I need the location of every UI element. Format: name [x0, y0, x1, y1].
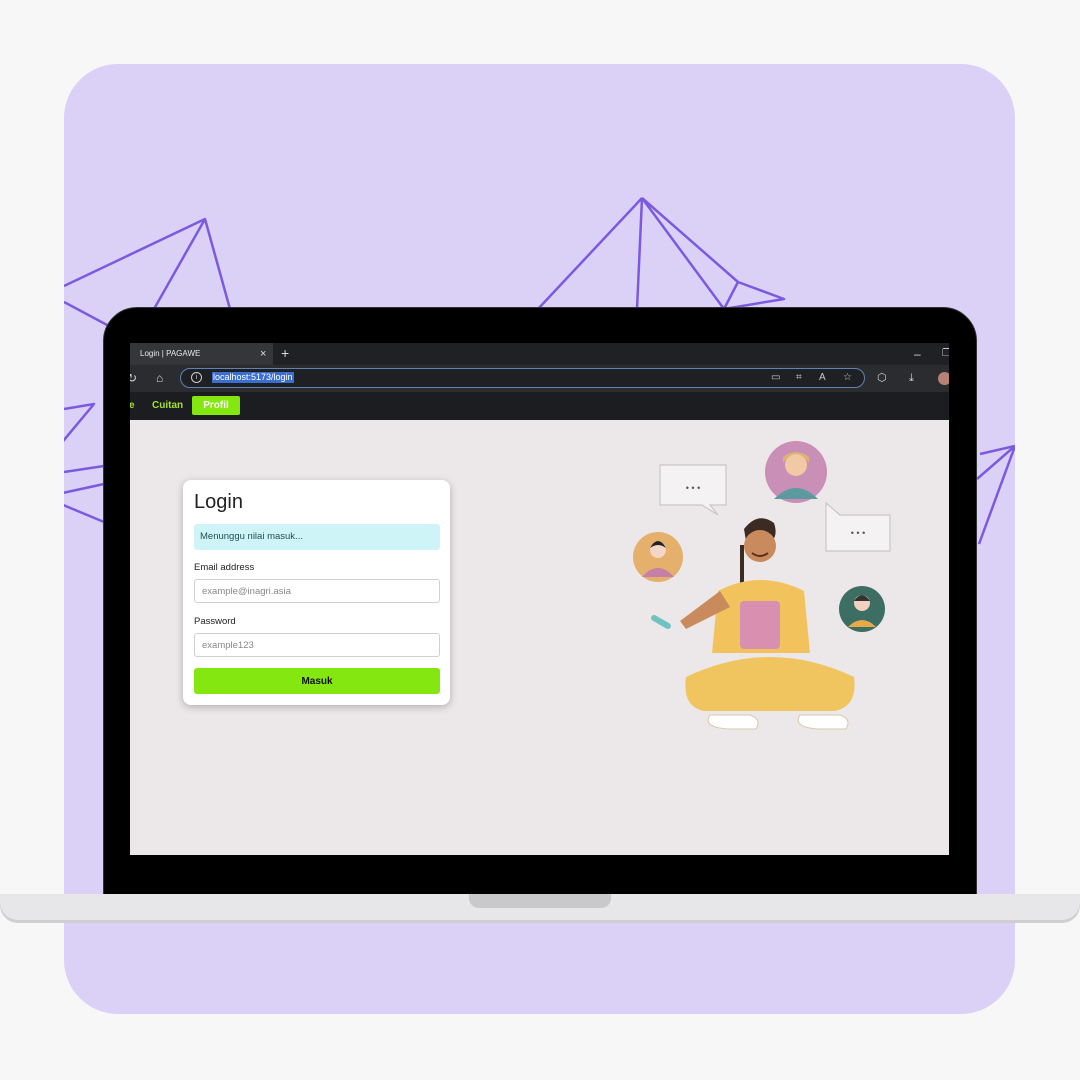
address-bar-row: ↻ ⌂ i localhost:5173/login ▭ ⌗ A ☆ ⬡ ⤓ [130, 365, 949, 392]
email-field[interactable] [194, 579, 440, 603]
cast-icon[interactable]: ▭ [771, 369, 780, 387]
download-icon[interactable]: ⤓ [909, 365, 914, 392]
speech-bubble-right: • • • [825, 501, 891, 552]
home-icon[interactable]: ⌂ [156, 365, 163, 392]
login-title: Login [194, 491, 243, 513]
avatar-top [765, 441, 827, 503]
nav-link-profil[interactable]: Profil [192, 396, 240, 415]
login-submit-button[interactable]: Masuk [194, 668, 440, 694]
address-bar[interactable]: i localhost:5173/login ▭ ⌗ A ☆ [180, 368, 865, 388]
grid-icon[interactable]: ⌗ [796, 369, 802, 387]
read-aloud-icon[interactable]: A [819, 369, 826, 387]
mockup-stage: Login | PAGAWE × + – ❐ ↻ ⌂ i localhost:5… [0, 0, 1080, 1080]
person-illustration: • • • • • • [633, 441, 891, 730]
restore-icon[interactable]: ❐ [942, 343, 949, 365]
laptop-notch [469, 894, 611, 908]
tab-close-icon[interactable]: × [260, 343, 266, 365]
avatar-left [633, 532, 683, 582]
refresh-icon[interactable]: ↻ [130, 365, 137, 392]
speech-bubble-left: • • • [659, 464, 727, 516]
avatar-right [839, 586, 885, 632]
tab-bar: Login | PAGAWE × + – ❐ [130, 343, 949, 365]
extensions-icon[interactable]: ⬡ [877, 365, 887, 392]
browser-tab[interactable]: Login | PAGAWE [130, 343, 273, 365]
speech-bubble-left-dots: • • • [686, 483, 700, 493]
favorite-icon[interactable]: ☆ [843, 369, 852, 387]
nav-link-cuitan[interactable]: Cuitan [152, 392, 183, 420]
email-label: Email address [194, 562, 255, 573]
status-alert: Menunggu nilai masuk... [194, 524, 440, 550]
profile-avatar-icon[interactable] [938, 372, 949, 385]
url-text[interactable]: localhost:5173/login [212, 372, 294, 383]
site-info-icon[interactable]: i [191, 372, 202, 383]
nav-link-home[interactable]: e [130, 392, 135, 420]
minimize-icon[interactable]: – [914, 343, 921, 365]
speech-bubble-right-dots: • • • [851, 528, 865, 538]
password-label: Password [194, 616, 236, 627]
browser-window: Login | PAGAWE × + – ❐ ↻ ⌂ i localhost:5… [130, 343, 949, 855]
password-field[interactable] [194, 633, 440, 657]
new-tab-icon[interactable]: + [281, 343, 289, 364]
login-card: Login Menunggu nilai masuk... Email addr… [183, 480, 450, 705]
tab-title: Login | PAGAWE [140, 349, 201, 358]
app-navbar: e Cuitan Profil [130, 392, 949, 420]
